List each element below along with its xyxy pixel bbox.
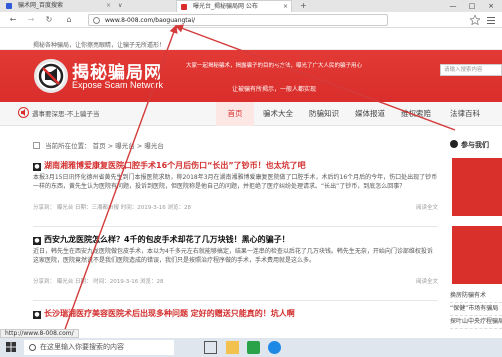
article-title[interactable]: ● 长沙瑞湘医疗美容医院术后出现多种问题 定好的赠送只能真的！坑人啊 [33,308,438,319]
read-more-link[interactable]: 阅读全文 [416,277,438,285]
article-item: ● 湖南湘雅博爱康复医院口腔手术16个月后伤口“长出”了钞币！也太坑了吧 本报3月… [33,160,438,212]
back-button[interactable]: ← [6,14,20,26]
site-top-text: 揭秘各种骗局，让你擦亮眼睛，让骗子无所遁形！ [33,42,166,49]
sidebar-heading-text: 参与我们 [461,141,489,149]
sidebar-banner[interactable] [452,226,502,284]
url-text: www.8-008.com/baoguangtai/ [105,17,196,24]
article-meta-text: 分享到： 曝光台 日期：三湘都市报 时间：2019-3-16 浏览：28 [33,205,191,211]
list-marker-icon: ● [33,237,41,245]
nav-media[interactable]: 媒体报道 [348,102,392,126]
article-title-text[interactable]: 西安九龙医院怎么样？4千的包皮手术却花了几万块钱！黑心的骗子！ [44,235,290,244]
read-more-link[interactable]: 阅读全文 [416,203,438,211]
breadcrumb-sep: > [107,142,114,150]
breadcrumb-sep: > [136,142,143,150]
favorites-bar [0,28,502,38]
tab-label: 骗术网_百度搜索 [18,2,64,9]
article-meta-text: 分享到： 曝光台 日期： 时间：2019-3-16 浏览：28 [33,279,164,285]
tab-baoguangtai[interactable]: 曝光台_揭秘骗局网 公布 × [176,0,292,12]
article-item: ● 西安九龙医院怎么样？4千的包皮手术却花了几万块钱！黑心的骗子！ 近日，韩先生在… [33,234,438,286]
status-link: http://www.8-008.com/ [0,329,79,338]
taskbar-search-text: 在这里输入你要搜索的内容 [40,343,124,351]
breadcrumb-home[interactable]: 首页 [93,142,106,150]
article-title-text[interactable]: 长沙瑞湘医疗美容医院术后出现多种问题 定好的赠送只能真的！坑人啊 [44,309,295,318]
article-meta: 分享到： 曝光台 日期：三湘都市报 时间：2019-3-16 浏览：28 阅读全… [33,203,438,212]
breadcrumb-prefix: 当前所在位置： [45,142,91,150]
taskbar: 在这里输入你要搜索的内容 [0,338,502,357]
info-icon [93,17,100,24]
no-scam-icon [38,63,64,89]
maximize-button[interactable]: □ [463,0,481,12]
article-title[interactable]: ● 湖南湘雅博爱康复医院口腔手术16个月后伤口“长出”了钞币！也太坑了吧 [33,160,438,171]
header-slogan: 大家一起揭秘骗术，揭露骗子的目的与方法，曝光了广大人民的骗子用心 [186,63,363,69]
baidu-icon [6,3,12,9]
close-tab-icon[interactable]: × [283,1,288,12]
address-bar: ← → ↻ ⌂ www.8-008.com/baoguangtai/ [0,12,502,28]
article-title-text[interactable]: 湖南湘雅博爱康复医院口腔手术16个月后伤口“长出”了钞币！也太坑了吧 [44,161,306,170]
site-search-input[interactable]: 请输入搜索内容 [440,64,502,76]
header-slogan-2: 让被骗有所揭示，一般人都实现 [232,86,317,93]
sidebar-list-item[interactable]: 探叶山中央疗程骗局 [450,316,502,329]
tab-dropdown-icon[interactable]: ∨ [118,0,122,12]
list-marker-icon: ● [33,311,41,319]
nav-anti-scam[interactable]: 防骗知识 [302,102,346,126]
logo-icon[interactable] [34,59,68,93]
sidebar-list: 换房防骗有术 “保健”市场有骗局 探叶山中央疗程骗局 [450,290,502,329]
file-explorer-icon[interactable] [226,341,239,354]
nav-home[interactable]: 首页 [216,102,254,126]
app-icon[interactable] [247,341,260,354]
home-icon [33,142,40,149]
breadcrumb-current[interactable]: 曝光台 [144,142,164,150]
windows-start-icon[interactable] [6,342,16,352]
article-meta: 分享到： 曝光台 日期： 时间：2019-3-16 浏览：28 阅读全文 [33,277,438,286]
article-excerpt: 近日，韩先生在西安九龙医院做包皮手术，本以为4千多元左右就能够搞定，结果一连串的… [33,248,433,264]
taskbar-search[interactable]: 在这里输入你要搜索的内容 [24,340,174,355]
nav-rights[interactable]: 维权索赔 [394,102,438,126]
site-top-strip: 揭秘各种骗局，让你擦亮眼睛，让骗子无所遁形！ [0,38,502,50]
article-item: ● 长沙瑞湘医疗美容医院术后出现多种问题 定好的赠送只能真的！坑人啊 [33,308,438,319]
divider [33,226,438,227]
url-input[interactable]: www.8-008.com/baoguangtai/ [88,14,388,26]
sidebar-heading: 参与我们 [450,140,502,150]
edge-icon[interactable] [268,341,281,354]
site-favicon [181,4,187,10]
nav-scam-catalog[interactable]: 骗术大全 [256,102,300,126]
tab-baidu-search[interactable]: 骗术网_百度搜索 × [2,0,114,12]
browser-tab-bar: 骗术网_百度搜索 × ∨ 曝光台_揭秘骗局网 公布 × + — □ × [0,0,502,12]
close-tab-icon[interactable]: × [106,0,111,12]
task-view-icon[interactable] [204,341,217,354]
search-icon [29,344,36,351]
refresh-button[interactable]: ↻ [42,14,56,26]
sidebar-list-item[interactable]: “保健”市场有骗局 [450,303,502,316]
tab-label: 曝光台_揭秘骗局网 公布 [193,3,258,10]
divider [33,300,438,301]
breadcrumb-exposure[interactable]: 曝光台 [115,142,135,150]
list-marker-icon: ● [33,163,41,171]
minimize-button[interactable]: — [444,0,462,12]
sidebar-banner[interactable] [452,158,502,216]
nav-law[interactable]: 法律百科 [440,102,490,126]
home-button[interactable]: ⌂ [62,14,76,26]
sidebar-list-item[interactable]: 换房防骗有术 [450,290,502,303]
logo-subtitle: Expose Scam Network [72,80,164,90]
article-excerpt: 本报3月15日讯怀化德州省黄先生到门本报医院求助，称2018年3月在湖南湘雅博爱… [33,174,438,190]
menu-icon[interactable] [486,15,496,25]
breadcrumb: 当前所在位置： 首页 > 曝光台 > 曝光台 [33,140,164,150]
close-window-button[interactable]: × [482,0,500,12]
sidebar-dot-icon [450,140,458,148]
report-notice: 遇事要深思-不上骗子当 [32,110,100,118]
forward-button[interactable]: → [24,14,38,26]
speaker-icon [18,107,29,118]
star-icon[interactable] [470,15,480,25]
article-title[interactable]: ● 西安九龙医院怎么样？4千的包皮手术却花了几万块钱！黑心的骗子！ [33,234,438,245]
new-tab-button[interactable]: + [300,0,307,12]
